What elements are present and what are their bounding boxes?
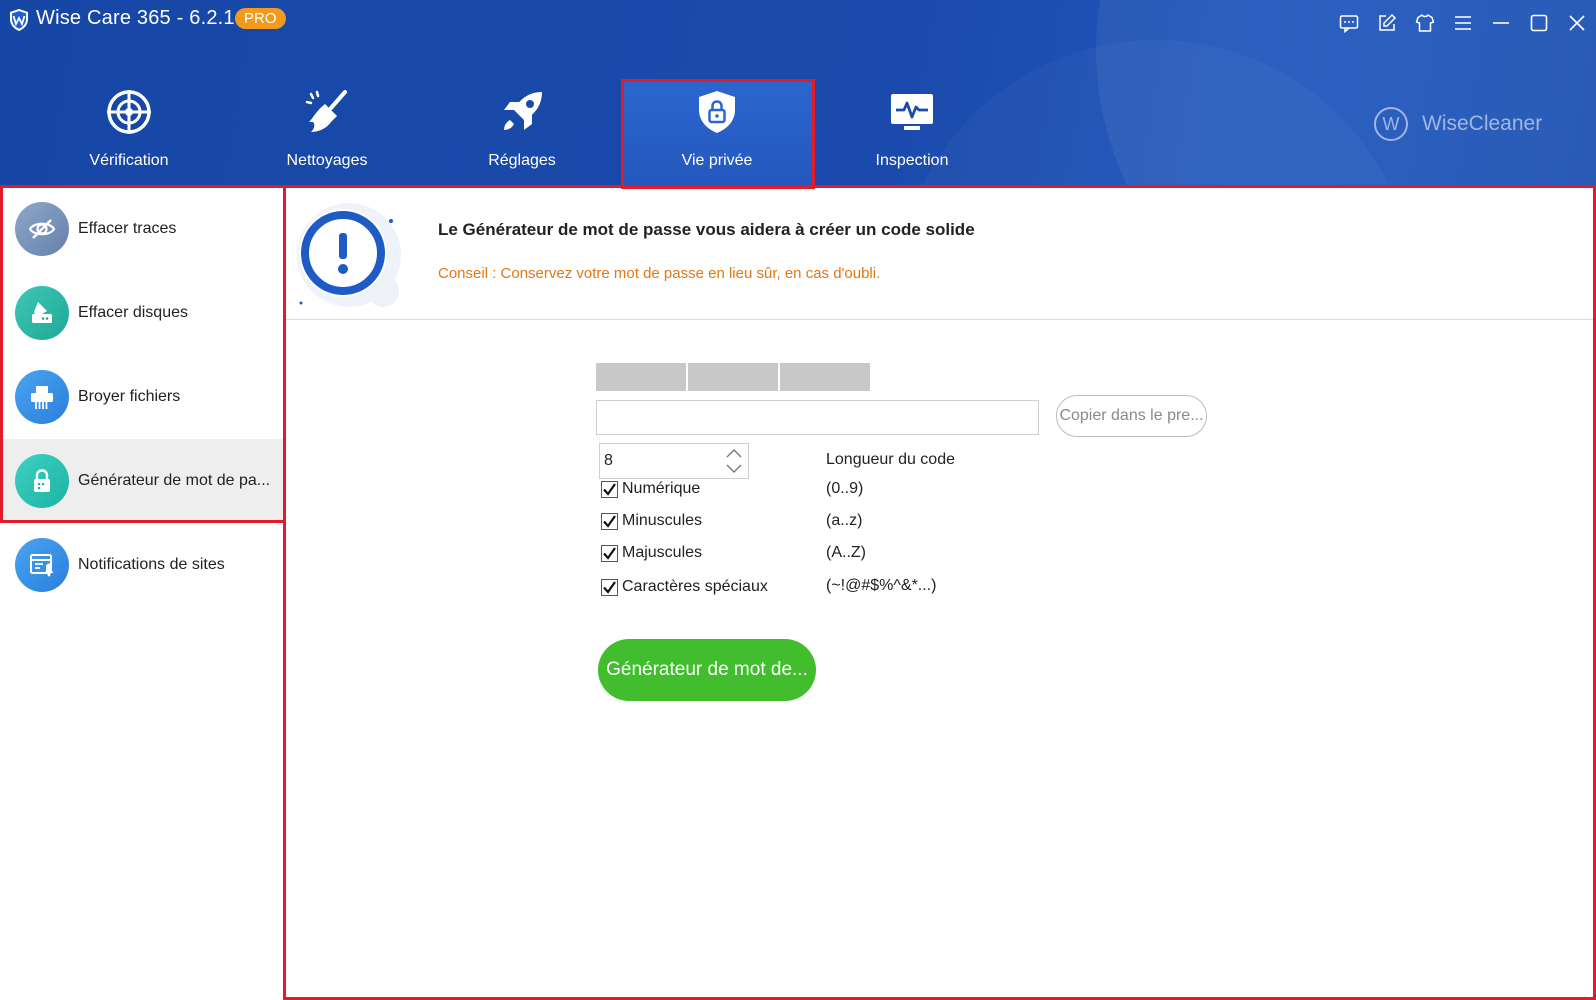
feedback-button[interactable] bbox=[1330, 8, 1368, 38]
caracteres-speciaux-checkbox[interactable] bbox=[601, 578, 618, 596]
tab-inspection[interactable]: Inspection bbox=[817, 80, 1007, 185]
tab-verification[interactable]: Vérification bbox=[34, 80, 224, 185]
option-label: Numérique bbox=[622, 480, 701, 497]
main-content: Le Générateur de mot de passe vous aider… bbox=[285, 187, 1596, 1000]
brand-mark: W bbox=[1374, 107, 1408, 141]
checkmark-icon bbox=[603, 482, 616, 496]
rocket-icon bbox=[504, 92, 542, 130]
sidebar-item-notifications[interactable]: Notifications de sites bbox=[0, 523, 284, 607]
checkmark-icon bbox=[603, 580, 616, 594]
strength-meter bbox=[596, 363, 872, 391]
numerique-checkbox[interactable] bbox=[601, 480, 618, 498]
sidebar-item-label: Effacer traces bbox=[78, 220, 177, 237]
info-banner: Le Générateur de mot de passe vous aider… bbox=[285, 187, 1596, 320]
notification-icon bbox=[15, 538, 69, 592]
shield-lock-icon bbox=[699, 91, 735, 133]
sidebar: Effacer traces Effacer disques Broyer fi… bbox=[0, 187, 284, 1000]
option-range: (0..9) bbox=[826, 480, 864, 497]
checkmark-icon bbox=[603, 514, 616, 528]
monitor-pulse-icon bbox=[891, 94, 933, 130]
app-logo-icon bbox=[10, 9, 28, 31]
option-range: (a..z) bbox=[826, 512, 863, 529]
copy-button[interactable]: Copier dans le pre... bbox=[1056, 395, 1207, 437]
sidebar-item-effacer-disques[interactable]: Effacer disques bbox=[0, 271, 284, 355]
minimize-button[interactable] bbox=[1482, 8, 1520, 38]
sidebar-item-effacer-traces[interactable]: Effacer traces bbox=[0, 187, 284, 271]
brand-name: WiseCleaner bbox=[1422, 112, 1543, 135]
tab-reglages[interactable]: Réglages bbox=[427, 80, 617, 185]
menu-button[interactable] bbox=[1444, 8, 1482, 38]
lock-icon bbox=[15, 454, 69, 508]
tab-vie-privee[interactable]: Vie privée bbox=[622, 80, 812, 185]
sidebar-item-label: Notifications de sites bbox=[78, 556, 225, 573]
window-controls bbox=[1330, 8, 1596, 38]
menu-icon bbox=[1455, 16, 1471, 30]
strength-segment bbox=[688, 363, 778, 391]
increment-button[interactable] bbox=[723, 445, 745, 461]
maximize-button[interactable] bbox=[1520, 8, 1558, 38]
option-range: (~!@#$%^&*...) bbox=[826, 577, 937, 594]
exclamation-icon bbox=[297, 203, 401, 307]
shredder-icon bbox=[15, 370, 69, 424]
sidebar-item-label: Générateur de mot de pa... bbox=[78, 472, 271, 489]
option-label: Minuscules bbox=[622, 512, 703, 529]
brand-logo: W WiseCleaner bbox=[1374, 106, 1542, 142]
sidebar-item-broyer-fichiers[interactable]: Broyer fichiers bbox=[0, 355, 284, 439]
close-button[interactable] bbox=[1558, 8, 1596, 38]
banner-title: Le Générateur de mot de passe vous aider… bbox=[438, 220, 975, 239]
minimize-icon bbox=[1493, 22, 1509, 24]
sidebar-item-label: Broyer fichiers bbox=[78, 388, 181, 405]
strength-segment bbox=[596, 363, 686, 391]
decrement-button[interactable] bbox=[723, 461, 745, 477]
chevron-down-icon bbox=[726, 464, 742, 473]
option-range: (A..Z) bbox=[826, 544, 866, 561]
skin-icon bbox=[1415, 14, 1435, 32]
header-bar: Wise Care 365 - 6.2.1 PRO Vérification N… bbox=[0, 0, 1596, 187]
option-label: Caractères spéciaux bbox=[622, 578, 768, 595]
edit-icon bbox=[1379, 13, 1397, 31]
skin-button[interactable] bbox=[1406, 8, 1444, 38]
broom-icon bbox=[305, 90, 347, 132]
option-numerique[interactable]: Numérique bbox=[601, 477, 700, 501]
option-minuscules[interactable]: Minuscules bbox=[601, 509, 702, 533]
edit-button[interactable] bbox=[1368, 8, 1406, 38]
generate-button[interactable]: Générateur de mot de... bbox=[598, 639, 816, 701]
feedback-icon bbox=[1339, 15, 1359, 33]
option-caracteres-speciaux[interactable]: Caractères spéciaux bbox=[601, 575, 768, 599]
password-output-field[interactable] bbox=[596, 400, 1039, 435]
eye-off-icon bbox=[15, 202, 69, 256]
majuscules-checkbox[interactable] bbox=[601, 544, 618, 562]
length-label: Longueur du code bbox=[826, 451, 955, 468]
length-value[interactable]: 8 bbox=[604, 452, 613, 470]
app-title: Wise Care 365 - 6.2.1 bbox=[36, 7, 235, 29]
pro-badge: PRO bbox=[235, 8, 286, 29]
sidebar-item-generateur[interactable]: Générateur de mot de pa... bbox=[0, 439, 284, 523]
tab-label: Vie privée bbox=[681, 152, 753, 169]
disk-eraser-icon bbox=[15, 286, 69, 340]
checkmark-icon bbox=[603, 546, 616, 560]
length-stepper[interactable]: 8 bbox=[599, 443, 749, 479]
close-icon bbox=[1569, 15, 1585, 31]
tab-label: Nettoyages bbox=[286, 152, 368, 169]
minuscules-checkbox[interactable] bbox=[601, 512, 618, 530]
tab-label: Inspection bbox=[875, 152, 949, 169]
strength-segment bbox=[780, 363, 870, 391]
sidebar-item-label: Effacer disques bbox=[78, 304, 188, 321]
radar-icon bbox=[107, 90, 151, 134]
option-majuscules[interactable]: Majuscules bbox=[601, 541, 702, 565]
chevron-up-icon bbox=[726, 449, 742, 458]
option-label: Majuscules bbox=[622, 544, 703, 561]
tab-label: Réglages bbox=[488, 152, 556, 169]
tab-nettoyages[interactable]: Nettoyages bbox=[232, 80, 422, 185]
banner-hint: Conseil : Conservez votre mot de passe e… bbox=[438, 265, 881, 282]
tab-label: Vérification bbox=[89, 152, 169, 169]
maximize-icon bbox=[1530, 14, 1548, 32]
